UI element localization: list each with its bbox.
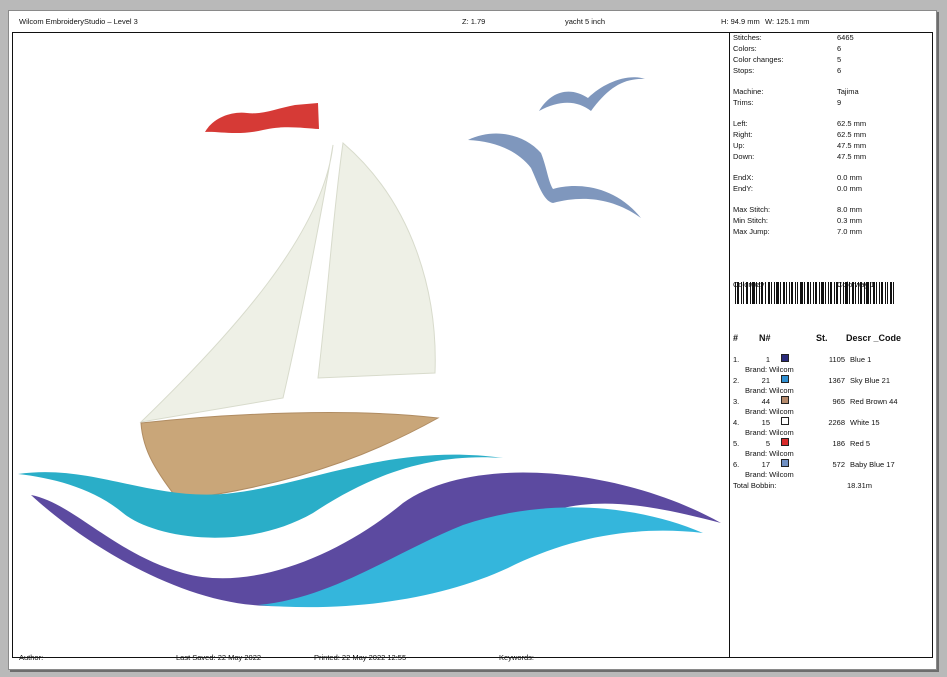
footer-printed: Printed: 22 May 2022 12:55 (314, 653, 407, 662)
app-title: Wilcom EmbroideryStudio – Level 3 (19, 17, 138, 26)
color-row: 2. 21 1367 Sky Blue 21 Brand: Wilcom (733, 375, 891, 395)
footer-author: Author: (19, 653, 44, 662)
col-header-num: N# (759, 333, 771, 343)
col-header-stitches: St. (816, 333, 828, 343)
color-swatch (781, 354, 789, 362)
color-row: 1. 1 1105 Blue 1 Brand: Wilcom (733, 354, 872, 374)
col-header-hash: # (733, 333, 739, 343)
panel-divider (729, 33, 730, 657)
print-frame: Stitches: 6465 Colors: 6 Color changes: 5 S… (12, 32, 933, 658)
color-swatch (781, 417, 789, 425)
total-bobbin: Total Bobbin: 18.31m (733, 481, 873, 490)
print-preview-page: Wilcom EmbroideryStudio – Level 3 Z: 1.7… (8, 10, 937, 670)
color-row: 4. 15 2268 White 15 Brand: Wilcom (733, 417, 880, 437)
seagull-small (539, 77, 645, 111)
seagull-large (468, 133, 641, 218)
color-row: 3. 44 965 Red Brown 44 Brand: Wilcom (733, 396, 898, 416)
color-swatch (781, 396, 789, 404)
right-sail (317, 142, 436, 379)
design-height: H: 94.9 mm (721, 17, 760, 26)
color-swatch (781, 438, 789, 446)
embroidery-design (18, 77, 721, 608)
footer-last-saved: Last Saved: 22 May 2022 (176, 653, 262, 662)
col-header-desc: Descr _Code (846, 333, 902, 343)
design-name: yacht 5 inch (565, 17, 606, 26)
left-sail (139, 144, 334, 423)
color-row: 5. 5 186 Red 5 Brand: Wilcom (733, 438, 871, 458)
zoom-readout: Z: 1.79 (462, 17, 486, 26)
design-width: W: 125.1 mm (765, 17, 810, 26)
color-swatch (781, 375, 789, 383)
footer-keywords: Keywords: (499, 653, 535, 662)
flag-shape (205, 103, 319, 134)
barcode (735, 282, 894, 304)
color-swatch (781, 459, 789, 467)
color-row: 6. 17 572 Baby Blue 17 Brand: Wilcom (733, 459, 895, 479)
